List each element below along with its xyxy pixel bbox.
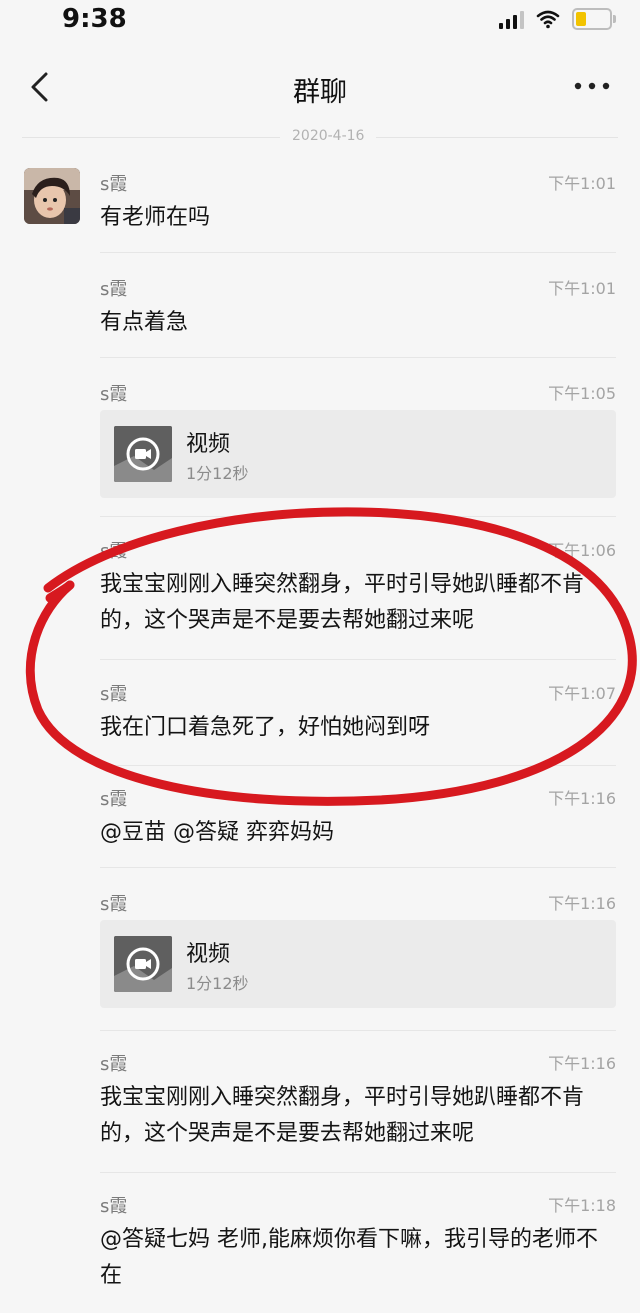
message-sender: s霞 [100,174,128,195]
message-item[interactable]: s霞 下午1:01 有点着急 [100,275,616,345]
video-thumbnail [114,936,172,992]
message-divider [100,357,616,358]
message-divider [100,765,616,766]
message-sender: s霞 [100,684,128,705]
message-divider [100,867,616,868]
message-item[interactable]: s霞 下午1:01 有老师在吗 [100,170,616,240]
message-sender: s霞 [100,1054,128,1075]
message-time: 下午1:06 [548,541,616,560]
message-sender: s霞 [100,279,128,300]
message-item[interactable]: s霞 下午1:16 我宝宝刚刚入睡突然翻身，平时引导她趴睡都不肯的，这个哭声是不… [100,1050,616,1160]
status-time: 9:38 [62,4,127,34]
message-text: 我在门口着急死了，好怕她闷到呀 [100,715,431,740]
message-sender: s霞 [100,1196,128,1217]
avatar-image [24,168,80,224]
message-item[interactable]: s霞 下午1:07 我在门口着急死了，好怕她闷到呀 [100,680,616,750]
video-card[interactable]: 视频 1分12秒 [100,920,616,1008]
wifi-icon [536,10,560,29]
page-title: 群聊 [293,77,347,108]
message-divider [100,252,616,253]
video-title: 视频 [186,942,231,967]
message-sender: s霞 [100,541,128,562]
message-divider [100,1172,616,1173]
video-duration: 1分12秒 [186,464,249,483]
message-divider [100,1030,616,1031]
message-text: 有点着急 [100,310,189,335]
message-text: 我宝宝刚刚入睡突然翻身，平时引导她趴睡都不肯的，这个哭声是不是要去帮她翻过来呢 [100,1085,585,1146]
date-divider: 2020-4-16 [22,126,618,150]
nav-bar: 群聊 [0,50,640,126]
battery-icon [572,8,616,30]
message-time: 下午1:01 [548,279,616,298]
signal-icon [499,9,524,29]
message-time: 下午1:16 [548,789,616,808]
video-camera-icon [135,959,151,969]
video-camera-icon [135,449,151,459]
message-item[interactable]: s霞 下午1:05 视频 1分12秒 [100,380,616,510]
message-item[interactable]: s霞 下午1:18 @答疑七妈 老师,能麻烦你看下嘛，我引导的老师不在 [100,1192,616,1302]
more-button[interactable] [572,74,612,98]
message-time: 下午1:16 [548,1054,616,1073]
message-time: 下午1:01 [548,174,616,193]
message-sender: s霞 [100,894,128,915]
video-duration: 1分12秒 [186,974,249,993]
message-text: @答疑七妈 老师,能麻烦你看下嘛，我引导的老师不在 [100,1227,598,1288]
more-dots-icon [574,82,610,90]
status-icons [499,8,616,30]
message-sender: s霞 [100,789,128,810]
message-text: @豆苗 @答疑 弈弈妈妈 [100,820,334,845]
message-text: 我宝宝刚刚入睡突然翻身，平时引导她趴睡都不肯的，这个哭声是不是要去帮她翻过来呢 [100,572,585,633]
message-item[interactable]: s霞 下午1:06 我宝宝刚刚入睡突然翻身，平时引导她趴睡都不肯的，这个哭声是不… [100,537,616,647]
message-divider [100,659,616,660]
message-time: 下午1:18 [548,1196,616,1215]
video-card[interactable]: 视频 1分12秒 [100,410,616,498]
message-text: 有老师在吗 [100,205,211,230]
status-bar: 9:38 [0,0,640,44]
message-divider [100,516,616,517]
video-thumbnail [114,426,172,482]
message-item[interactable]: s霞 下午1:16 @豆苗 @答疑 弈弈妈妈 [100,785,616,855]
date-label: 2020-4-16 [280,128,377,144]
message-item[interactable]: s霞 下午1:16 视频 1分12秒 [100,890,616,1020]
video-title: 视频 [186,432,231,457]
message-sender: s霞 [100,384,128,405]
message-time: 下午1:16 [548,894,616,913]
message-time: 下午1:05 [548,384,616,403]
avatar[interactable] [24,168,80,224]
message-time: 下午1:07 [548,684,616,703]
